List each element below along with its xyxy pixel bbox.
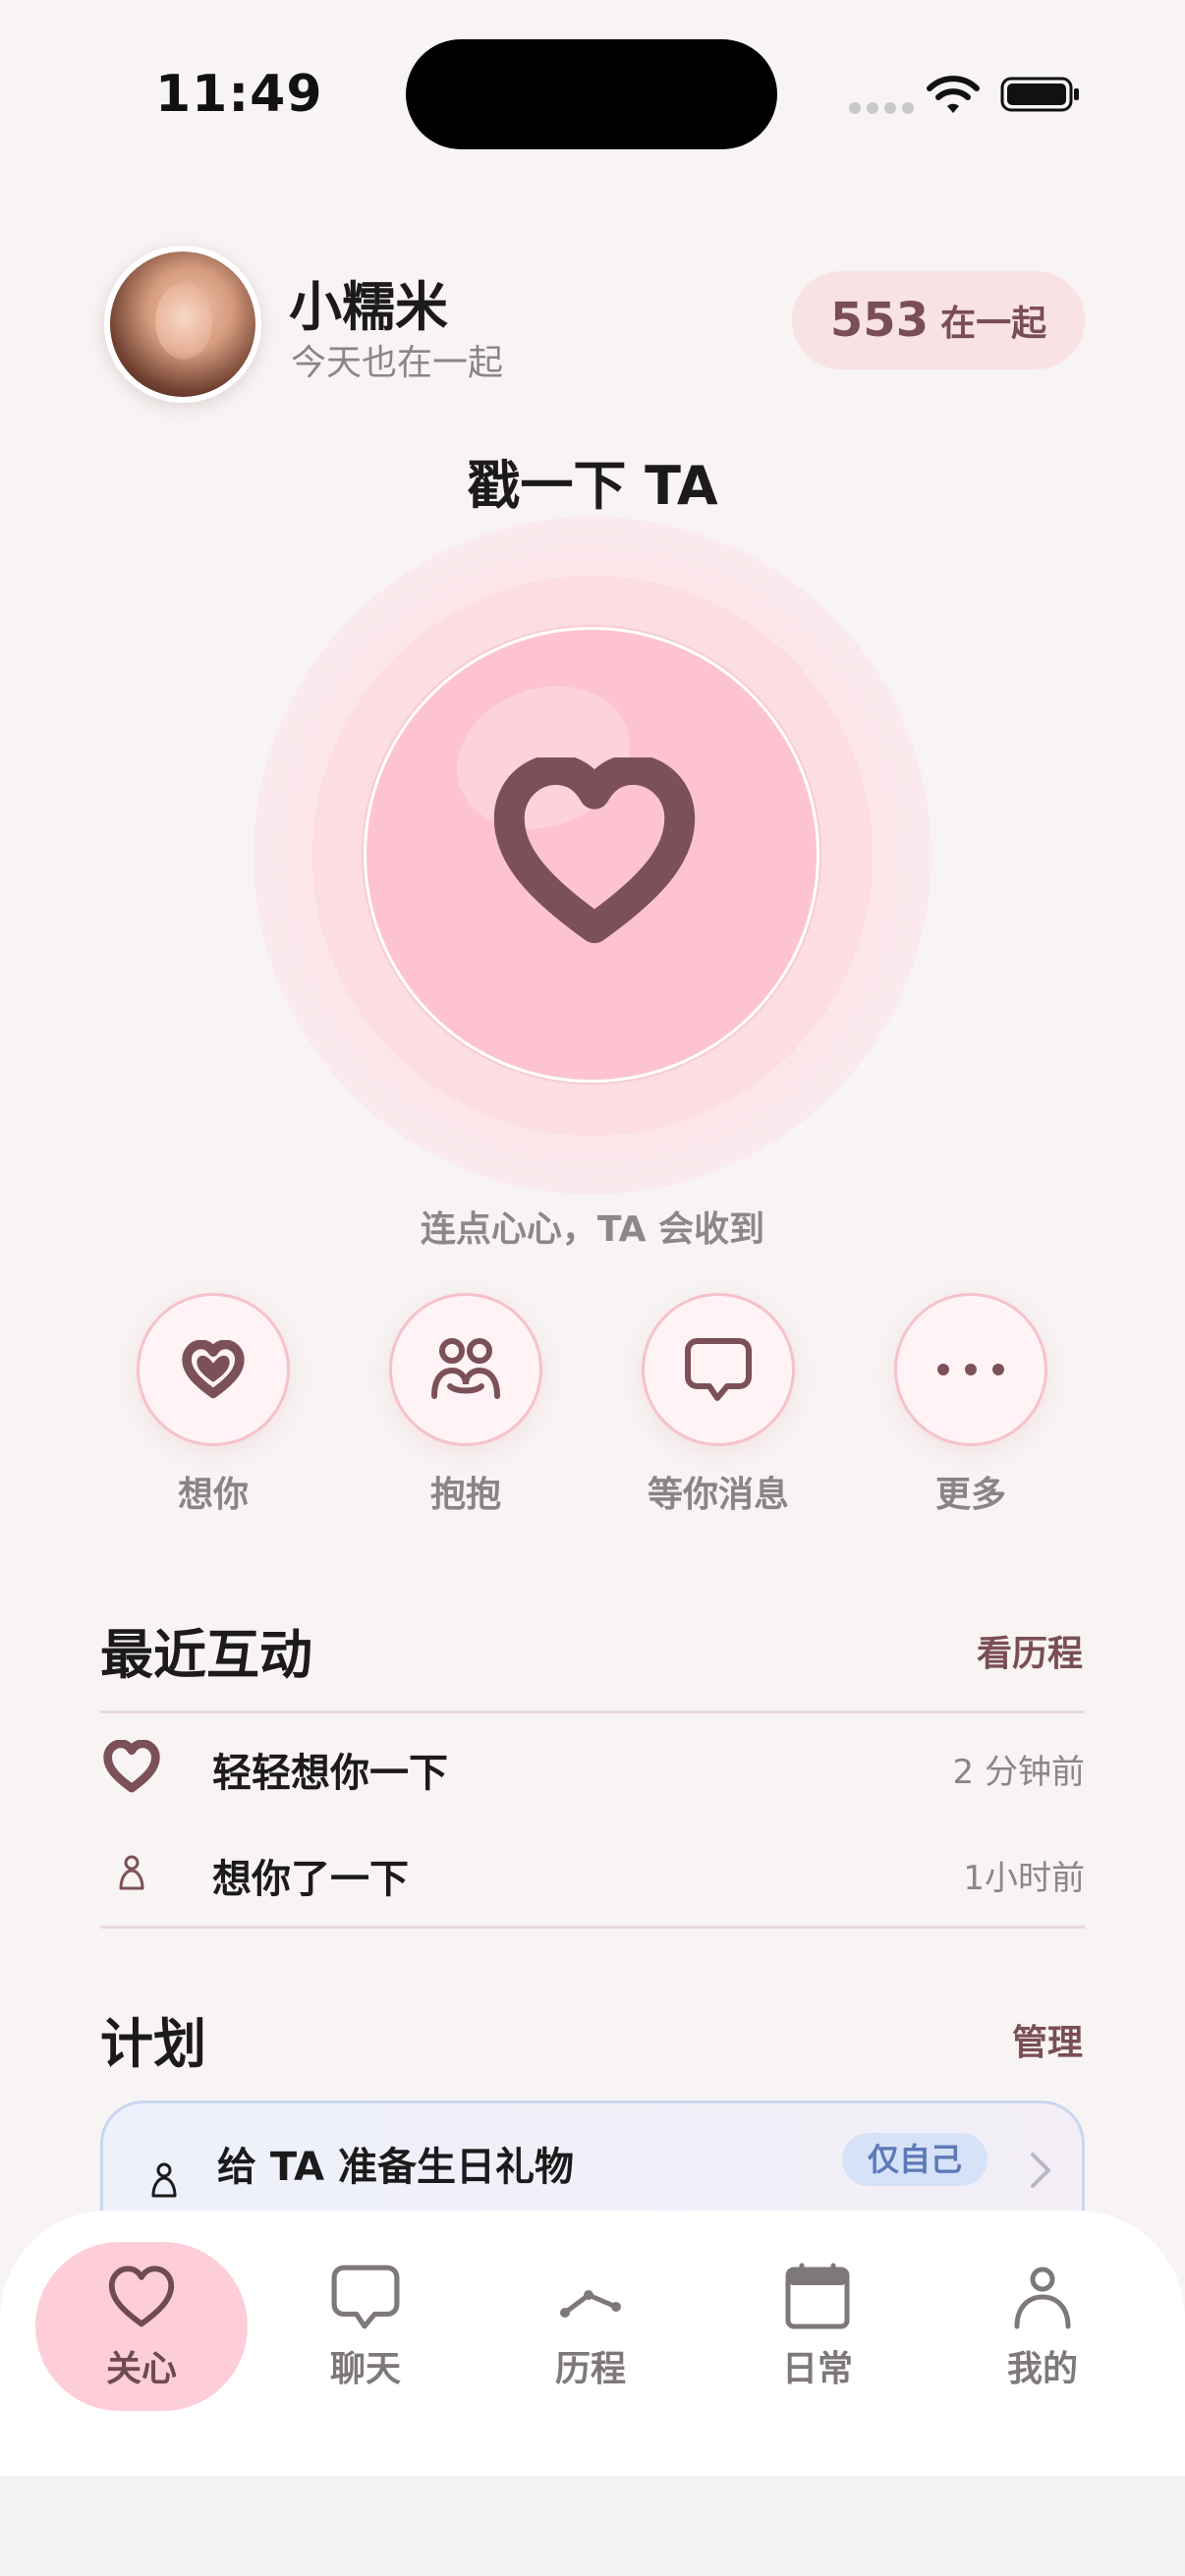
poke-heart-button[interactable] bbox=[364, 627, 819, 1083]
avatar[interactable] bbox=[104, 246, 261, 403]
quick-action-label: 想你 bbox=[177, 1475, 249, 1515]
quick-action-wait-message[interactable]: 等你消息 bbox=[620, 1293, 817, 1517]
timeline-icon bbox=[560, 2290, 621, 2318]
wifi-icon bbox=[927, 76, 980, 113]
manage-plans-link[interactable]: 管理 bbox=[1012, 2014, 1083, 2065]
days-count: 553 bbox=[829, 293, 930, 348]
more-dots-icon bbox=[937, 1364, 1004, 1375]
profile-icon bbox=[1014, 2267, 1071, 2329]
tab-label: 聊天 bbox=[329, 2349, 401, 2389]
hug-icon bbox=[431, 1338, 500, 1399]
tab-label: 历程 bbox=[554, 2349, 626, 2389]
cellular-signal-icon bbox=[849, 102, 914, 114]
chat-bubble-icon bbox=[685, 1338, 752, 1401]
view-history-link[interactable]: 看历程 bbox=[977, 1625, 1083, 1676]
calendar-icon bbox=[785, 2263, 850, 2329]
quick-action-circle bbox=[642, 1293, 795, 1446]
activity-time: 1小时前 bbox=[963, 1859, 1085, 1898]
poke-title: 戳一下 TA bbox=[467, 455, 718, 517]
quick-action-hug[interactable]: 抱抱 bbox=[367, 1293, 564, 1517]
quick-action-label: 等你消息 bbox=[647, 1475, 789, 1515]
tab-chat[interactable]: 聊天 bbox=[259, 2242, 472, 2411]
activity-text: 轻轻想你一下 bbox=[212, 1751, 448, 1796]
activity-row[interactable]: 轻轻想你一下 2 分钟前 bbox=[100, 1717, 1085, 1816]
heart-icon bbox=[100, 1737, 163, 1796]
days-label: 在一起 bbox=[940, 304, 1047, 344]
divider bbox=[100, 1710, 1085, 1713]
divider bbox=[100, 1926, 1085, 1929]
activity-time: 2 分钟前 bbox=[952, 1753, 1085, 1792]
chevron-right-icon bbox=[1031, 2153, 1050, 2188]
poke-hint: 连点心心，TA 会收到 bbox=[420, 1209, 765, 1250]
partner-name: 小糯米 bbox=[289, 276, 448, 338]
quick-action-circle bbox=[894, 1293, 1047, 1446]
recent-section-title: 最近互动 bbox=[100, 1624, 312, 1686]
activity-text: 想你了一下 bbox=[212, 1857, 409, 1902]
tab-label: 日常 bbox=[781, 2349, 853, 2389]
quick-action-circle bbox=[389, 1293, 542, 1446]
tab-profile[interactable]: 我的 bbox=[936, 2242, 1149, 2411]
privacy-badge: 仅自己 bbox=[842, 2133, 988, 2186]
battery-icon bbox=[1000, 77, 1079, 112]
heart-icon bbox=[108, 2266, 175, 2327]
tab-care[interactable]: 关心 bbox=[35, 2242, 248, 2411]
quick-action-label: 抱抱 bbox=[429, 1475, 501, 1515]
quick-action-more[interactable]: 更多 bbox=[873, 1293, 1069, 1517]
plans-section-title: 计划 bbox=[100, 2013, 206, 2075]
person-icon bbox=[151, 2162, 177, 2198]
quick-action-miss-you[interactable]: 想你 bbox=[115, 1293, 311, 1517]
quick-action-circle bbox=[137, 1293, 290, 1446]
quick-action-label: 更多 bbox=[934, 1475, 1006, 1515]
dynamic-island bbox=[406, 39, 777, 149]
person-icon bbox=[100, 1843, 163, 1902]
heart-icon bbox=[493, 757, 696, 943]
status-time: 11:49 bbox=[155, 65, 323, 124]
chat-bubble-icon bbox=[331, 2265, 400, 2329]
heart-icon bbox=[182, 1340, 245, 1399]
plan-title: 给 TA 准备生日礼物 bbox=[217, 2145, 574, 2190]
partner-status: 今天也在一起 bbox=[291, 343, 504, 383]
tab-history[interactable]: 历程 bbox=[484, 2242, 697, 2411]
activity-row[interactable]: 想你了一下 1小时前 bbox=[100, 1823, 1085, 1922]
tab-daily[interactable]: 日常 bbox=[711, 2242, 924, 2411]
tab-label: 关心 bbox=[105, 2349, 177, 2389]
days-together-badge[interactable]: 553 在一起 bbox=[792, 271, 1085, 369]
home-indicator-area bbox=[0, 2476, 1185, 2576]
tab-label: 我的 bbox=[1006, 2349, 1078, 2389]
